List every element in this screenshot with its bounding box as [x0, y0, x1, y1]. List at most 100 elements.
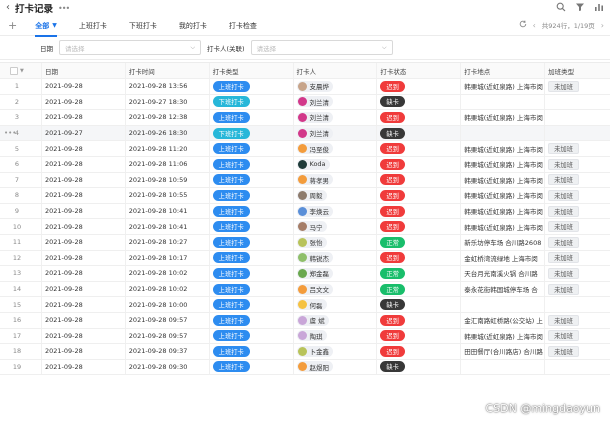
time-cell[interactable]: 2021-09-28 10:41 — [126, 219, 210, 234]
table-row[interactable]: 8 2021-09-28 2021-09-28 10:55 上班打卡 周毅 迟到 韩栗城(近… — [0, 188, 610, 204]
overtime-cell[interactable]: 未加班 — [545, 173, 610, 188]
location-cell[interactable]: 韩栗城(近虹泉路) 上海市闵 — [461, 203, 546, 219]
prev-page-icon[interactable]: ‹ — [533, 21, 536, 30]
table-row[interactable]: 15 2021-09-28 2021-09-28 10:00 上班打卡 何磊 缺卡 — [0, 297, 610, 313]
time-cell[interactable]: 2021-09-28 09:37 — [126, 344, 210, 359]
person-cell[interactable]: 郑金磊 — [294, 266, 378, 281]
location-cell[interactable]: 韩栗城(近虹泉路) 上海市闵 — [461, 328, 546, 344]
time-cell[interactable]: 2021-09-28 10:02 — [126, 281, 210, 297]
overtime-cell[interactable] — [545, 360, 610, 375]
location-cell[interactable]: 田田餐厅(合川路店) 合川路 — [461, 344, 546, 359]
status-cell[interactable]: 迟到 — [377, 344, 462, 359]
type-cell[interactable]: 上班打卡 — [210, 203, 294, 219]
person-cell[interactable]: 卜金鑫 — [294, 344, 378, 359]
time-cell[interactable]: 2021-09-28 10:27 — [126, 234, 210, 250]
table-row[interactable]: 1 2021-09-28 2021-09-28 13:56 上班打卡 支晨烨 迟到 韩栗城(… — [0, 79, 610, 95]
type-cell[interactable]: 上班打卡 — [210, 266, 294, 281]
row-select-cell[interactable] — [34, 344, 42, 359]
person-cell[interactable]: 何磊 — [294, 297, 378, 312]
time-cell[interactable]: 2021-09-28 10:00 — [126, 297, 210, 312]
table-row[interactable]: 3 2021-09-28 2021-09-28 12:38 上班打卡 刘兰清 迟到 韩栗城(… — [0, 110, 610, 126]
row-select-cell[interactable] — [34, 203, 42, 219]
date-cell[interactable]: 2021-09-28 — [42, 188, 126, 203]
row-select-cell[interactable] — [34, 234, 42, 250]
tab-check[interactable]: 打卡检查 — [229, 16, 257, 36]
search-icon[interactable] — [556, 2, 566, 12]
table-row[interactable]: 13 2021-09-28 2021-09-28 10:02 上班打卡 郑金磊 正常 天台月… — [0, 266, 610, 282]
date-cell[interactable]: 2021-09-27 — [42, 125, 126, 141]
overtime-cell[interactable]: 未加班 — [545, 141, 610, 156]
person-cell[interactable]: 刘兰清 — [294, 125, 378, 141]
overtime-cell[interactable]: 未加班 — [545, 251, 610, 266]
status-cell[interactable]: 缺卡 — [377, 94, 462, 110]
location-cell[interactable]: 韩栗城(近虹泉路) 上海市闵 — [461, 156, 546, 172]
table-row[interactable]: 9 2021-09-28 2021-09-28 10:41 上班打卡 李焕云 迟到 韩栗城(… — [0, 203, 610, 220]
date-cell[interactable]: 2021-09-28 — [42, 250, 126, 266]
location-cell[interactable] — [461, 125, 546, 141]
status-cell[interactable]: 迟到 — [377, 110, 462, 125]
person-cell[interactable]: 冯至俊 — [294, 141, 378, 156]
column-header[interactable]: 打卡状态 — [377, 63, 462, 78]
row-select-cell[interactable] — [34, 94, 42, 110]
time-cell[interactable]: 2021-09-28 10:59 — [126, 172, 210, 188]
filter-icon[interactable] — [575, 2, 585, 12]
status-cell[interactable]: 迟到 — [377, 188, 462, 203]
time-cell[interactable]: 2021-09-28 10:55 — [126, 188, 210, 203]
person-cell[interactable]: 赵煜阳 — [294, 359, 378, 375]
status-cell[interactable]: 迟到 — [377, 156, 462, 172]
date-cell[interactable]: 2021-09-28 — [42, 156, 126, 172]
type-cell[interactable]: 下班打卡 — [210, 94, 294, 110]
column-header[interactable]: 打卡人 — [294, 63, 378, 78]
status-cell[interactable]: 迟到 — [377, 172, 462, 188]
date-cell[interactable]: 2021-09-28 — [42, 281, 126, 297]
person-cell[interactable]: 周毅 — [294, 188, 378, 203]
status-cell[interactable]: 迟到 — [377, 250, 462, 266]
person-cell[interactable]: 李焕云 — [294, 203, 378, 219]
time-cell[interactable]: 2021-09-26 18:30 — [126, 125, 210, 141]
table-row[interactable]: 19 2021-09-28 2021-09-28 09:30 上班打卡 赵煜阳 缺卡 — [0, 359, 610, 376]
table-row[interactable]: 18 2021-09-28 2021-09-28 09:37 上班打卡 卜金鑫 迟到 田田餐… — [0, 344, 610, 360]
row-select-cell[interactable] — [34, 141, 42, 156]
time-cell[interactable]: 2021-09-28 10:02 — [126, 266, 210, 281]
row-select-cell[interactable] — [34, 266, 42, 281]
person-cell[interactable]: 吕文文 — [294, 281, 378, 297]
next-page-icon[interactable]: › — [601, 21, 604, 30]
person-filter-select[interactable]: 请选择 ⌵ — [250, 40, 393, 55]
row-select-cell[interactable] — [34, 125, 42, 141]
status-cell[interactable]: 迟到 — [377, 219, 462, 234]
date-cell[interactable]: 2021-09-28 — [42, 266, 126, 281]
tab-my-records[interactable]: 我的打卡 — [179, 16, 207, 36]
person-cell[interactable]: 张怡 — [294, 234, 378, 250]
time-cell[interactable]: 2021-09-28 11:20 — [126, 141, 210, 156]
table-row[interactable]: 16 2021-09-28 2021-09-28 09:57 上班打卡 虞 斌 迟到 金汇南… — [0, 312, 610, 329]
add-view-icon[interactable]: + — [8, 20, 17, 31]
table-row[interactable]: ••• 4 2021-09-27 2021-09-26 18:30 下班打卡 刘兰清 缺卡 — [0, 125, 610, 142]
location-cell[interactable]: 韩栗城(近虹泉路) 上海市闵 — [461, 110, 546, 125]
date-cell[interactable]: 2021-09-28 — [42, 328, 126, 344]
date-cell[interactable]: 2021-09-28 — [42, 219, 126, 234]
table-row[interactable]: 6 2021-09-28 2021-09-28 11:06 上班打卡 Koda 迟到 韩栗城… — [0, 156, 610, 173]
row-select-cell[interactable] — [34, 250, 42, 266]
time-cell[interactable]: 2021-09-28 10:17 — [126, 250, 210, 266]
person-cell[interactable]: 陶琪 — [294, 328, 378, 344]
location-cell[interactable] — [461, 94, 546, 110]
type-cell[interactable]: 上班打卡 — [210, 219, 294, 234]
overtime-cell[interactable] — [545, 95, 610, 110]
location-cell[interactable]: 金汇南路虹桥路(公交站) 上 — [461, 312, 546, 328]
row-select-cell[interactable] — [34, 297, 42, 312]
row-select-cell[interactable] — [34, 328, 42, 344]
overtime-cell[interactable]: 未加班 — [545, 219, 610, 234]
time-cell[interactable]: 2021-09-28 11:06 — [126, 156, 210, 172]
time-cell[interactable]: 2021-09-28 09:57 — [126, 312, 210, 328]
column-header[interactable]: 打卡地点 — [461, 63, 546, 78]
type-cell[interactable]: 上班打卡 — [210, 234, 294, 250]
row-select-cell[interactable] — [34, 110, 42, 125]
overtime-cell[interactable]: 未加班 — [545, 266, 610, 281]
location-cell[interactable]: 金虹桥湾流绿地 上海市闵 — [461, 250, 546, 266]
overtime-cell[interactable]: 未加班 — [545, 188, 610, 203]
type-cell[interactable]: 上班打卡 — [210, 281, 294, 297]
status-cell[interactable]: 缺卡 — [377, 359, 462, 375]
type-cell[interactable]: 上班打卡 — [210, 156, 294, 172]
row-select-cell[interactable] — [34, 219, 42, 234]
row-select-cell[interactable] — [34, 359, 42, 375]
